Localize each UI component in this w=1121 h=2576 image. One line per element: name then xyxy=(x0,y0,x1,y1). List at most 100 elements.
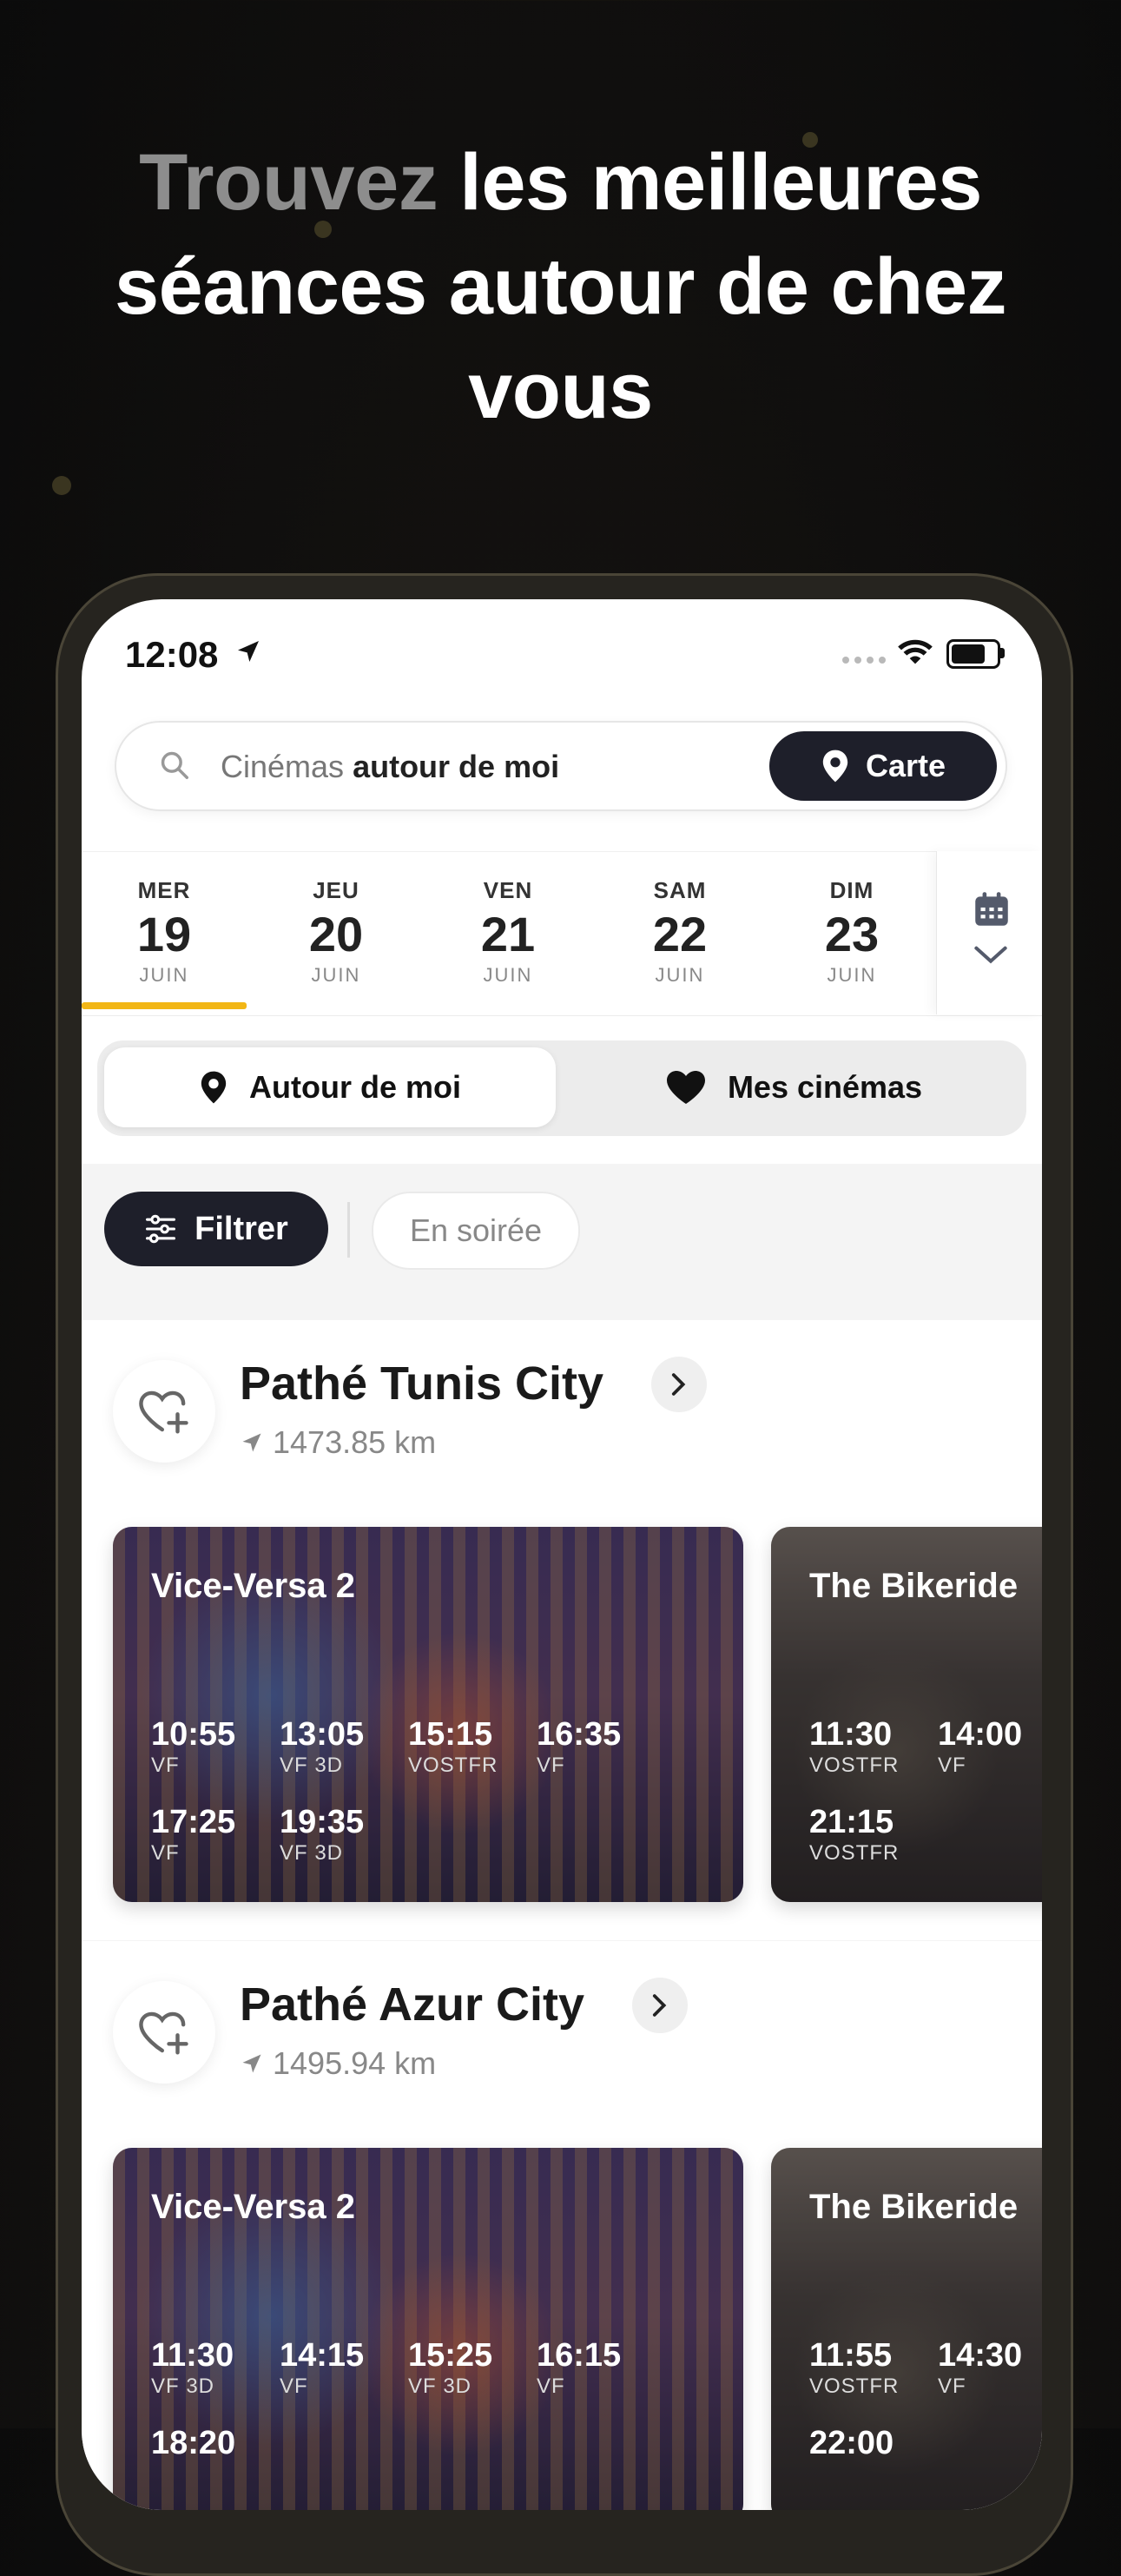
showtime-time: 17:25 xyxy=(151,1804,236,1840)
search-placeholder: Cinémas autour de moi xyxy=(221,749,559,785)
cinema-name[interactable]: Pathé Tunis City xyxy=(240,1357,603,1410)
sliders-icon xyxy=(146,1214,176,1244)
date-item[interactable]: JEU 20 JUIN xyxy=(254,877,419,987)
showtime-version: VF 3D xyxy=(280,1754,344,1777)
movie-card[interactable]: The Bikeride 11:30 VOSTFR 14:00 VF 21:15 VO… xyxy=(771,1527,1042,1902)
showtime-version: VOSTFR xyxy=(809,1841,900,1865)
showtime-time: 11:30 xyxy=(809,1716,893,1753)
showtime[interactable]: 10:55 VF xyxy=(151,1716,280,1778)
segment-label: Mes cinémas xyxy=(727,1069,923,1105)
date-item[interactable]: SAM 22 JUIN xyxy=(597,877,762,987)
showtime[interactable]: 11:30 VOSTFR xyxy=(809,1716,938,1778)
showtime[interactable]: 14:30 VF xyxy=(938,2337,1042,2399)
calendar-button[interactable] xyxy=(936,851,1042,1014)
map-button[interactable]: Carte xyxy=(769,731,997,801)
showtime[interactable]: 19:35 VF 3D xyxy=(280,1804,408,1866)
evening-filter-chip[interactable]: En soirée xyxy=(372,1192,580,1270)
location-pin-icon xyxy=(201,1071,227,1104)
date-num: 21 xyxy=(480,907,536,961)
distance-text: 1473.85 km xyxy=(273,1424,437,1460)
segment-my-cinemas[interactable]: Mes cinémas xyxy=(568,1047,1019,1127)
showtime-time: 10:55 xyxy=(151,1716,236,1753)
showtime[interactable]: 11:55 VOSTFR xyxy=(809,2337,938,2399)
headline-line3: vous xyxy=(468,347,653,435)
date-month: JUIN xyxy=(311,964,361,986)
wifi-icon xyxy=(898,639,933,664)
showtime[interactable]: 13:05 VF 3D xyxy=(280,1716,408,1778)
showtime[interactable]: 15:25 VF 3D xyxy=(408,2337,537,2399)
map-pin-icon xyxy=(822,750,848,783)
movie-title: Vice-Versa 2 xyxy=(151,1567,356,1605)
location-arrow-icon xyxy=(238,641,259,662)
showtime-time: 22:00 xyxy=(809,2425,894,2461)
date-num: 22 xyxy=(652,907,708,961)
chevron-down-icon xyxy=(974,946,1007,964)
showtime-version: VF 3D xyxy=(151,2375,215,2398)
showtime[interactable]: 14:00 VF xyxy=(938,1716,1042,1778)
date-month: JUIN xyxy=(139,964,189,986)
date-month: JUIN xyxy=(655,964,705,986)
showtime-time: 16:35 xyxy=(537,1716,622,1753)
segment-label: Autour de moi xyxy=(249,1069,461,1105)
showtime[interactable]: 18:20 xyxy=(151,2425,280,2462)
showtime[interactable]: 15:15 VOSTFR xyxy=(408,1716,537,1778)
showtime-time: 16:15 xyxy=(537,2337,622,2374)
movie-card[interactable]: Vice-Versa 2 11:30 VF 3D 14:15 VF 15:25 VF … xyxy=(113,2148,743,2510)
date-month: JUIN xyxy=(827,964,877,986)
selected-date-indicator xyxy=(82,1002,247,1009)
showtime-time: 15:25 xyxy=(408,2337,493,2374)
date-item[interactable]: DIM 23 JUIN xyxy=(769,877,934,987)
movie-card[interactable]: Vice-Versa 2 10:55 VF 13:05 VF 3D 15:15 VOS… xyxy=(113,1527,743,1902)
showtime[interactable]: 11:30 VF 3D xyxy=(151,2337,280,2399)
cinema-name[interactable]: Pathé Azur City xyxy=(240,1978,584,2031)
showtime-version: VF 3D xyxy=(408,2375,472,2398)
showtime-version: VF xyxy=(151,1754,180,1777)
heart-icon xyxy=(666,1071,705,1104)
add-favorite-button[interactable] xyxy=(113,1360,215,1463)
cinema-section: Pathé Tunis City 1473.85 km Vice-Versa 2… xyxy=(82,1320,1042,1940)
location-segmented-control: Autour de moi Mes cinémas xyxy=(97,1040,1026,1136)
showtime[interactable]: 17:25 VF xyxy=(151,1804,280,1866)
movie-title: The Bikeride xyxy=(809,1567,1019,1605)
battery-icon xyxy=(946,639,1000,669)
showtime-version: VF xyxy=(151,1841,180,1865)
date-item[interactable]: VEN 21 JUIN xyxy=(425,877,590,987)
showtime[interactable]: 14:15 VF xyxy=(280,2337,408,2399)
showtime-version: VF xyxy=(938,2375,966,2398)
showtime-time: 21:15 xyxy=(809,1804,894,1840)
segment-around-me[interactable]: Autour de moi xyxy=(104,1047,556,1127)
date-num: 20 xyxy=(308,907,364,961)
cinema-search-bar[interactable]: Cinémas autour de moi Carte xyxy=(115,721,1007,811)
showtime[interactable]: 21:15 VOSTFR xyxy=(809,1804,938,1866)
showtime[interactable]: 22:00 xyxy=(809,2425,938,2462)
movie-card[interactable]: The Bikeride 11:55 VOSTFR 14:30 VF 22:00 xyxy=(771,2148,1042,2510)
showtime-grid: 11:30 VOSTFR 14:00 VF 21:15 VOSTFR xyxy=(809,1716,1042,1866)
filter-divider xyxy=(347,1202,350,1258)
date-month: JUIN xyxy=(483,964,533,986)
calendar-icon xyxy=(975,892,1008,926)
location-arrow-icon xyxy=(242,2054,261,2073)
filter-bar: Filtrer En soirée xyxy=(82,1164,1042,1320)
add-favorite-button[interactable] xyxy=(113,1981,215,2084)
showtime-version: VOSTFR xyxy=(809,1754,900,1777)
showtime[interactable]: 16:15 VF xyxy=(537,2337,665,2399)
filter-button[interactable]: Filtrer xyxy=(104,1192,328,1266)
cinema-details-button[interactable] xyxy=(651,1357,707,1412)
date-item[interactable]: MER 19 JUIN xyxy=(82,877,247,987)
showtime[interactable]: 16:35 VF xyxy=(537,1716,665,1778)
search-bold-text: autour de moi xyxy=(353,749,560,784)
status-bar: 12:08 xyxy=(82,599,1042,712)
cinema-details-button[interactable] xyxy=(632,1978,688,2033)
cinema-distance: 1495.94 km xyxy=(240,2045,436,2082)
showtime-time: 15:15 xyxy=(408,1716,493,1753)
cinema-distance: 1473.85 km xyxy=(240,1424,436,1461)
showtime-version: VOSTFR xyxy=(809,2375,900,2398)
date-num: 23 xyxy=(824,907,880,961)
date-dow: MER xyxy=(137,877,191,903)
showtime-time: 11:30 xyxy=(151,2337,234,2374)
showtime-grid: 10:55 VF 13:05 VF 3D 15:15 VOSTFR 16:35 VF 1… xyxy=(151,1716,665,1866)
movie-title: The Bikeride xyxy=(809,2188,1019,2226)
showtime-version: VF 3D xyxy=(280,1841,344,1865)
date-dow: DIM xyxy=(829,877,874,903)
showtime-time: 14:00 xyxy=(938,1716,1023,1753)
